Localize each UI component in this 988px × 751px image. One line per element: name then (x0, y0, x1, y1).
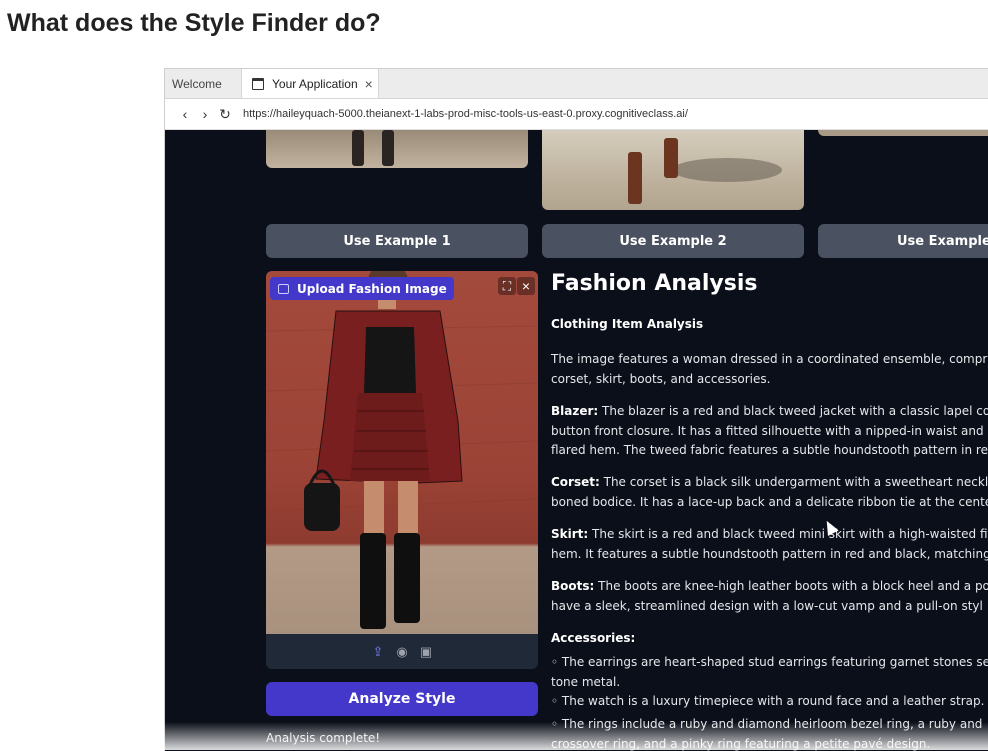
text-line: ◦ The watch is a luxury timepiece with a… (551, 692, 984, 712)
fullscreen-icon[interactable]: ⛶ (498, 277, 516, 295)
upload-label-text: Upload Fashion Image (297, 282, 447, 296)
browser-window: Welcome Your Application × ‹ › ↻ https:/… (164, 68, 988, 751)
analyze-style-button[interactable]: Analyze Style (266, 682, 538, 716)
tab-label: Your Application (272, 77, 358, 91)
text-line: have a sleek, streamlined design with a … (551, 597, 988, 617)
skirt-paragraph: Skirt: The skirt is a red and black twee… (551, 525, 988, 564)
status-message: Analysis complete! (266, 731, 380, 745)
back-icon[interactable]: ‹ (175, 106, 195, 122)
use-example-2-button[interactable]: Use Example 2 (542, 224, 804, 258)
text-line: boned bodice. It has a lace-up back and … (551, 493, 988, 513)
text-line: crossover ring, and a pinky ring featuri… (551, 735, 982, 751)
tab-welcome[interactable]: Welcome (165, 69, 241, 98)
close-icon[interactable]: × (517, 277, 535, 295)
text-line: corset, skirt, boots, and accessories. (551, 370, 987, 390)
accessories-heading: Accessories: (551, 629, 635, 649)
app-content: Use Example 1 Use Example 2 Use Example (165, 130, 988, 751)
image-upload-panel[interactable]: Upload Fashion Image ⛶ × ⇪ ◉ ▣ (266, 271, 538, 669)
window-icon (252, 78, 264, 90)
text-line: The image features a woman dressed in a … (551, 350, 987, 370)
webcam-icon[interactable]: ◉ (395, 645, 409, 659)
address-bar: ‹ › ↻ https://haileyquach-5000.theianext… (165, 99, 988, 130)
term: Skirt: (551, 527, 588, 541)
close-icon[interactable]: × (365, 76, 373, 92)
term: Boots: (551, 579, 594, 593)
reload-icon[interactable]: ↻ (215, 106, 235, 123)
text-line: button front closure. It has a fitted si… (551, 422, 988, 442)
term: Blazer: (551, 404, 598, 418)
section-title: Clothing Item Analysis (551, 317, 703, 331)
tab-bar: Welcome Your Application × (165, 69, 988, 99)
example-image-3 (818, 130, 988, 136)
term: Accessories: (551, 631, 635, 645)
example-image-2 (542, 130, 804, 210)
text-line: tone metal. (551, 673, 988, 693)
text-line: flared hem. The tweed fabric features a … (551, 441, 988, 461)
example-image-1 (266, 130, 528, 168)
forward-icon[interactable]: › (195, 106, 215, 122)
accessory-item: ◦ The earrings are heart-shaped stud ear… (551, 653, 988, 692)
accessory-item: ◦ The rings include a ruby and diamond h… (551, 715, 982, 751)
accessory-item: ◦ The watch is a luxury timepiece with a… (551, 692, 984, 712)
intro-paragraph: The image features a woman dressed in a … (551, 350, 987, 389)
text-line: The boots are knee-high leather boots wi… (594, 579, 988, 593)
upload-icon[interactable]: ⇪ (371, 645, 385, 659)
corset-paragraph: Corset: The corset is a black silk under… (551, 473, 988, 512)
page-title: What does the Style Finder do? (7, 9, 381, 38)
image-icon (278, 284, 289, 294)
text-line: hem. It features a subtle houndstooth pa… (551, 545, 988, 565)
text-line: ◦ The earrings are heart-shaped stud ear… (551, 653, 988, 673)
text-line: The corset is a black silk undergarment … (600, 475, 988, 489)
use-example-1-button[interactable]: Use Example 1 (266, 224, 528, 258)
blazer-paragraph: Blazer: The blazer is a red and black tw… (551, 402, 988, 461)
text-line: The skirt is a red and black tweed mini … (588, 527, 988, 541)
term: Corset: (551, 475, 600, 489)
text-line: ◦ The rings include a ruby and diamond h… (551, 715, 982, 735)
boots-paragraph: Boots: The boots are knee-high leather b… (551, 577, 988, 616)
text-line: The blazer is a red and black tweed jack… (598, 404, 988, 418)
analysis-title: Fashion Analysis (551, 271, 757, 296)
tab-your-application[interactable]: Your Application × (241, 69, 379, 98)
url-field[interactable]: https://haileyquach-5000.theianext-1-lab… (243, 108, 688, 120)
image-toolbar: ⇪ ◉ ▣ (266, 634, 538, 669)
clipboard-icon[interactable]: ▣ (419, 645, 433, 659)
use-example-3-button[interactable]: Use Example (818, 224, 988, 258)
upload-fashion-image-label[interactable]: Upload Fashion Image (270, 277, 454, 300)
tab-label: Welcome (172, 77, 222, 91)
fashion-photo (266, 271, 538, 634)
